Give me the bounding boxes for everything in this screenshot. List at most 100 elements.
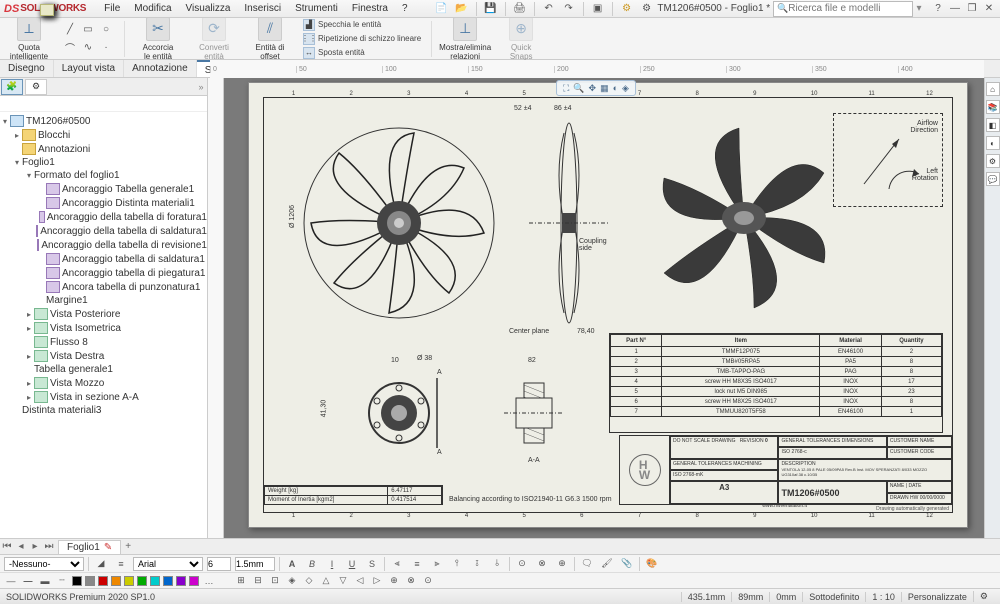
sheet-next-icon[interactable]: ▸ (28, 541, 42, 552)
table-row[interactable]: 3TMB-TAPPO-PAGPAG8 (611, 367, 942, 377)
zoom-fit-icon[interactable]: ⛶ (563, 83, 569, 94)
view-fan-side[interactable]: 52 ±4 86 ±4 Coupling side Center plane 7… (529, 113, 609, 333)
tree-view[interactable]: ▸Vista Posteriore (0, 307, 207, 321)
underline2-icon[interactable]: U (344, 557, 360, 571)
tree-anchor[interactable]: Ancoraggio della tabella di saldatura1 (0, 224, 207, 238)
arc-icon[interactable]: ⌒ (62, 40, 78, 56)
font-select[interactable]: Arial (133, 557, 203, 571)
search-dropdown-icon[interactable]: ▾ (913, 3, 925, 14)
line-icon[interactable]: ╱ (62, 22, 78, 38)
color-gray[interactable] (85, 576, 95, 586)
color-yellow[interactable] (124, 576, 134, 586)
line-thin-icon[interactable]: — (4, 575, 18, 587)
close-icon[interactable]: ✕ (982, 2, 996, 16)
align-right-icon[interactable]: ⫸ (429, 557, 445, 571)
configtree-tab-icon[interactable]: ⚙ (25, 79, 47, 95)
sheet-tab-foglio1[interactable]: Foglio1✎ (58, 540, 121, 554)
italic-icon[interactable]: B (304, 557, 320, 571)
layer-select[interactable]: -Nessuno- (4, 557, 84, 571)
snap6-icon[interactable]: △ (319, 575, 333, 587)
strike-icon[interactable]: S (364, 557, 380, 571)
options-icon[interactable]: ⚙ (639, 1, 655, 17)
table-row[interactable]: 7TMMUU820T5F58EN461001 (611, 407, 942, 417)
align-left-icon[interactable]: ⫷ (389, 557, 405, 571)
menu-file[interactable]: File (98, 1, 126, 16)
linewidth-input[interactable] (235, 557, 275, 571)
taskpane-home-icon[interactable]: ⌂ (986, 82, 1000, 96)
tree-bom[interactable]: Distinta materiali3 (0, 404, 207, 417)
line-med-icon[interactable]: — (21, 575, 35, 587)
pan-icon[interactable]: ✥ (589, 83, 597, 94)
menu-help[interactable]: ? (396, 1, 414, 16)
rect-icon[interactable]: ▭ (80, 22, 96, 38)
tab-annotazione[interactable]: Annotazione (124, 60, 197, 77)
snap4-icon[interactable]: ◈ (285, 575, 299, 587)
add-sheet-icon[interactable]: + (121, 541, 135, 552)
save-icon[interactable]: 💾 (483, 1, 499, 17)
drawing-canvas[interactable]: ⛶ 🔍 ✥ ▦ ◐ ◈ /* populated at end */ (208, 78, 984, 538)
converti-button[interactable]: ⟳ Converti entità (191, 17, 237, 61)
new-icon[interactable]: 📄 (434, 1, 450, 17)
view-fan-iso[interactable] (649, 123, 839, 313)
tree-anchor[interactable]: Ancoraggio della tabella di revisione1 (0, 238, 207, 252)
color-swatch-icon[interactable]: 🎨 (644, 557, 660, 571)
snap3-icon[interactable]: ⊡ (268, 575, 282, 587)
snap1-icon[interactable]: ⊞ (234, 575, 248, 587)
search-box[interactable]: 🔍 (773, 1, 913, 17)
snap8-icon[interactable]: ◁ (353, 575, 367, 587)
undo-icon[interactable]: ↶ (541, 1, 557, 17)
sheet-prev-icon[interactable]: ◂ (14, 541, 28, 552)
status-scale[interactable]: 1 : 10 (865, 592, 901, 602)
tree-view[interactable]: ▸Vista Mozzo (0, 376, 207, 390)
move-button[interactable]: ↔Sposta entità (303, 47, 421, 59)
color-purple[interactable] (176, 576, 186, 586)
help-icon[interactable]: ? (931, 2, 945, 16)
table-row[interactable]: 1TMMF12P075EN461002 (611, 347, 942, 357)
align-center-icon[interactable]: ≡ (409, 557, 425, 571)
tree-formato[interactable]: ▾Formato del foglio1 (0, 169, 207, 182)
accorcia-button[interactable]: ✂ Accorcia le entità (135, 17, 181, 61)
tree-margine[interactable]: Margine1 (0, 294, 207, 307)
color-black[interactable] (72, 576, 82, 586)
snap9-icon[interactable]: ▷ (370, 575, 384, 587)
bold-icon[interactable]: A (284, 557, 300, 571)
table-row[interactable]: 4screw HH M8X35 ISO4017INOX17 (611, 377, 942, 387)
taskpane-forum-icon[interactable]: 💬 (986, 172, 1000, 186)
underline-icon[interactable]: I (324, 557, 340, 571)
print-icon[interactable]: 🖨 (512, 1, 528, 17)
taskpane-appear-icon[interactable]: ◐ (986, 136, 1000, 150)
select-icon[interactable]: ▣ (590, 1, 606, 17)
tree-root[interactable]: ▾TM1206#0500 (0, 114, 207, 128)
minimize-icon[interactable]: — (948, 2, 962, 16)
snap10-icon[interactable]: ⊕ (387, 575, 401, 587)
snap5-icon[interactable]: ◇ (302, 575, 316, 587)
tree-anchor[interactable]: Ancoraggio della tabella di foratura1 (0, 210, 207, 224)
tree-view[interactable]: Flusso 8 (0, 335, 207, 349)
status-custom[interactable]: Personalizzate (901, 592, 973, 602)
table-row[interactable]: 2TMB#05RPA5PA58 (611, 357, 942, 367)
pattern-button[interactable]: ⋮⋮Ripetizione di schizzo lineare (303, 33, 421, 45)
title-block[interactable]: H W GENERAL TOLERANCES DIMENSIONS CUSTOM… (619, 435, 953, 505)
align-top-icon[interactable]: ⫯ (449, 557, 465, 571)
line-color-icon[interactable]: ◢ (93, 557, 109, 571)
zoom-area-icon[interactable]: 🔍 (573, 83, 584, 94)
tree-view[interactable]: ▸Vista Isometrica (0, 321, 207, 335)
open-icon[interactable]: 📂 (454, 1, 470, 17)
tree-view[interactable]: ▸Vista Destra (0, 349, 207, 363)
spline-icon[interactable]: ∿ (80, 40, 96, 56)
align-bot-icon[interactable]: ⫰ (489, 557, 505, 571)
line-style-icon[interactable]: ≡ (113, 557, 129, 571)
menu-modifica[interactable]: Modifica (128, 1, 177, 16)
color-green[interactable] (137, 576, 147, 586)
tab-layout[interactable]: Layout vista (54, 60, 124, 77)
tree-anchor[interactable]: Ancoraggio Distinta materiali1 (0, 196, 207, 210)
offset-button[interactable]: ⫽ Entità di offset (247, 17, 293, 61)
tree-view[interactable]: ▸Vista in sezione A-A (0, 390, 207, 404)
view-orient-icon[interactable]: ◈ (622, 83, 629, 94)
tree-table[interactable]: Tabella generale1 (0, 363, 207, 376)
point-icon[interactable]: · (98, 40, 114, 56)
snap11-icon[interactable]: ⊗ (404, 575, 418, 587)
redo-icon[interactable]: ↷ (561, 1, 577, 17)
tree-anchor[interactable]: Ancoraggio tabella di piegatura1 (0, 266, 207, 280)
view-section-aa[interactable]: 82 A-A (504, 363, 564, 463)
